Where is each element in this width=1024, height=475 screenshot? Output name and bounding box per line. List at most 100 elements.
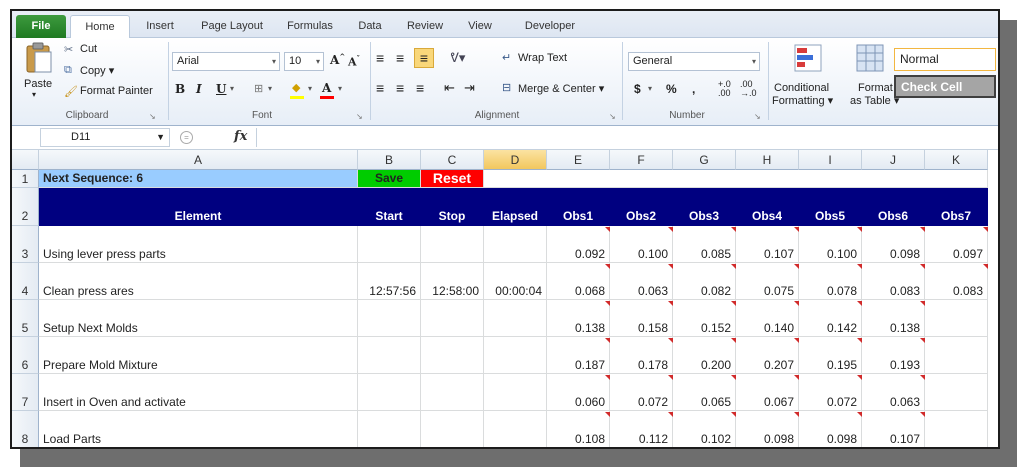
obs5-cell[interactable]: 0.100	[799, 226, 862, 263]
elapsed-cell[interactable]	[484, 337, 547, 374]
obs7-cell[interactable]	[925, 337, 988, 374]
obs2-cell[interactable]: 0.158	[610, 300, 673, 337]
row-header-5[interactable]: 5	[12, 300, 39, 337]
cut-button[interactable]: ✂ Cut	[64, 42, 144, 60]
obs1-cell[interactable]: 0.138	[547, 300, 610, 337]
stop-cell[interactable]	[421, 300, 484, 337]
comment-indicator-icon[interactable]	[668, 264, 673, 269]
obs3-cell[interactable]: 0.200	[673, 337, 736, 374]
copy-button[interactable]: ⧉ Copy ▾	[64, 62, 154, 80]
start-cell[interactable]: 12:57:56	[358, 263, 421, 300]
comment-indicator-icon[interactable]	[794, 227, 799, 232]
obs6-cell[interactable]: 0.107	[862, 411, 925, 447]
obs2-cell[interactable]: 0.072	[610, 374, 673, 411]
column-header-a[interactable]: A	[39, 150, 358, 170]
comment-indicator-icon[interactable]	[794, 412, 799, 417]
comment-indicator-icon[interactable]	[920, 412, 925, 417]
style-check-cell[interactable]: Check Cell	[894, 75, 996, 98]
comment-indicator-icon[interactable]	[794, 338, 799, 343]
name-box[interactable]: D11 ▼	[40, 128, 170, 147]
reset-button[interactable]: Reset	[421, 170, 484, 188]
comment-indicator-icon[interactable]	[857, 264, 862, 269]
column-header-d[interactable]: D	[484, 150, 547, 170]
comment-indicator-icon[interactable]	[605, 301, 610, 306]
chevron-down-icon[interactable]: ▾	[268, 84, 272, 93]
bold-button[interactable]: B	[175, 82, 185, 96]
start-cell[interactable]	[358, 226, 421, 263]
stop-cell[interactable]: 12:58:00	[421, 263, 484, 300]
obs5-cell[interactable]: 0.142	[799, 300, 862, 337]
paste-button[interactable]: Paste ▾	[18, 42, 60, 104]
align-center-icon[interactable]: ≡	[396, 80, 404, 96]
elapsed-cell[interactable]: 00:00:04	[484, 263, 547, 300]
comment-indicator-icon[interactable]	[857, 227, 862, 232]
obs6-cell[interactable]: 0.083	[862, 263, 925, 300]
tab-insert[interactable]: Insert	[137, 15, 183, 38]
obs6-cell[interactable]: 0.063	[862, 374, 925, 411]
column-header-h[interactable]: H	[736, 150, 799, 170]
comment-indicator-icon[interactable]	[605, 264, 610, 269]
row-header-1[interactable]: 1	[12, 170, 39, 188]
tab-page-layout[interactable]: Page Layout	[192, 15, 272, 38]
element-cell[interactable]: Using lever press parts	[39, 226, 358, 263]
currency-icon[interactable]: $	[634, 82, 641, 96]
shrink-font-icon[interactable]: Aˇ	[348, 54, 360, 69]
obs2-cell[interactable]: 0.063	[610, 263, 673, 300]
increase-indent-icon[interactable]: ⇥	[464, 80, 475, 96]
comment-indicator-icon[interactable]	[857, 338, 862, 343]
comment-indicator-icon[interactable]	[605, 338, 610, 343]
stop-cell[interactable]	[421, 374, 484, 411]
italic-button[interactable]: I	[196, 82, 202, 96]
header-obs2[interactable]: Obs2	[610, 188, 673, 226]
obs5-cell[interactable]: 0.078	[799, 263, 862, 300]
fill-color-icon[interactable]: ◆	[292, 81, 300, 94]
comment-indicator-icon[interactable]	[857, 301, 862, 306]
font-name-select[interactable]: Arial ▾	[172, 52, 280, 71]
obs4-cell[interactable]: 0.140	[736, 300, 799, 337]
comment-indicator-icon[interactable]	[605, 375, 610, 380]
column-header-k[interactable]: K	[925, 150, 988, 170]
elapsed-cell[interactable]	[484, 226, 547, 263]
comment-indicator-icon[interactable]	[668, 301, 673, 306]
comment-indicator-icon[interactable]	[605, 412, 610, 417]
align-left-icon[interactable]: ≡	[376, 80, 384, 96]
start-cell[interactable]	[358, 300, 421, 337]
format-as-table-button[interactable]: Format as Table ▾	[844, 42, 899, 108]
start-cell[interactable]	[358, 411, 421, 447]
conditional-formatting-button[interactable]: Conditional Formatting ▾	[772, 42, 848, 108]
merge-center-button[interactable]: ⊟ Merge & Center ▾	[502, 80, 622, 98]
comment-indicator-icon[interactable]	[731, 301, 736, 306]
header-elapsed[interactable]: Elapsed	[484, 188, 547, 226]
obs1-cell[interactable]: 0.092	[547, 226, 610, 263]
header-obs4[interactable]: Obs4	[736, 188, 799, 226]
header-obs7[interactable]: Obs7	[925, 188, 988, 226]
style-normal[interactable]: Normal	[894, 48, 996, 71]
header-obs1[interactable]: Obs1	[547, 188, 610, 226]
element-cell[interactable]: Insert in Oven and activate	[39, 374, 358, 411]
stop-cell[interactable]	[421, 226, 484, 263]
obs7-cell[interactable]: 0.097	[925, 226, 988, 263]
elapsed-cell[interactable]	[484, 374, 547, 411]
comment-indicator-icon[interactable]	[920, 375, 925, 380]
obs4-cell[interactable]: 0.107	[736, 226, 799, 263]
dialog-launcher-icon[interactable]: ↘	[356, 112, 363, 121]
elapsed-cell[interactable]	[484, 300, 547, 337]
chevron-down-icon[interactable]: ▾	[308, 84, 312, 93]
tab-formulas[interactable]: Formulas	[280, 15, 340, 38]
comment-indicator-icon[interactable]	[983, 227, 988, 232]
obs2-cell[interactable]: 0.178	[610, 337, 673, 374]
tab-view[interactable]: View	[462, 15, 498, 38]
align-middle-icon[interactable]: ≡	[396, 50, 404, 66]
comment-indicator-icon[interactable]	[794, 375, 799, 380]
comment-indicator-icon[interactable]	[794, 301, 799, 306]
row-header-3[interactable]: 3	[12, 226, 39, 263]
obs7-cell[interactable]	[925, 411, 988, 447]
obs7-cell[interactable]	[925, 374, 988, 411]
chevron-down-icon[interactable]: ▾	[230, 84, 234, 93]
save-button[interactable]: Save	[358, 170, 421, 188]
column-header-f[interactable]: F	[610, 150, 673, 170]
header-element[interactable]: Element	[39, 188, 358, 226]
orientation-icon[interactable]: ᕓ▾	[450, 50, 465, 66]
tab-developer[interactable]: Developer	[517, 15, 583, 38]
comment-indicator-icon[interactable]	[794, 264, 799, 269]
